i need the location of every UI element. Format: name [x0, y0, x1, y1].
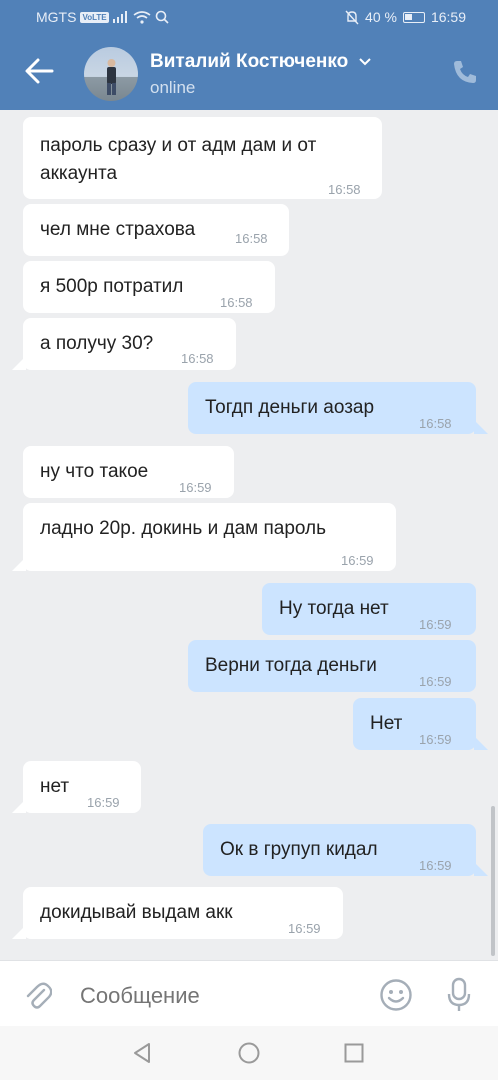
- message-text-line: аккаунта: [40, 163, 118, 184]
- message-text: докидывай выдам акк: [40, 902, 233, 923]
- message-text: я 500р потратил: [40, 276, 184, 297]
- avatar-person-icon: [107, 59, 116, 95]
- outgoing-message[interactable]: Тогдп деньги аозар 16:58: [188, 382, 476, 434]
- message-text: нет: [40, 776, 70, 797]
- arrow-left-icon[interactable]: [22, 56, 56, 86]
- incoming-message[interactable]: чел мне страхова 16:58: [23, 204, 289, 256]
- message-time: 16:58: [181, 351, 214, 366]
- message-text: Ну тогда нет: [279, 598, 389, 619]
- chevron-down-icon: [358, 58, 371, 66]
- scrollbar[interactable]: [491, 806, 495, 956]
- battery-icon: [402, 11, 425, 23]
- message-time: 16:59: [419, 674, 452, 689]
- paperclip-icon[interactable]: [24, 981, 52, 1011]
- message-text: чел мне страхова: [40, 219, 196, 240]
- message-time: 16:59: [419, 858, 452, 873]
- mute-bell-icon: [345, 10, 359, 24]
- incoming-message[interactable]: я 500р потратил 16:58: [23, 261, 275, 313]
- outgoing-message[interactable]: Ок в групуп кидал 16:59: [203, 824, 476, 876]
- wifi-icon: [133, 10, 151, 24]
- nav-back-icon[interactable]: [131, 1042, 153, 1064]
- status-bar: MGTS VoLTE 40 % 16:59: [0, 0, 498, 36]
- signal-icon: [112, 11, 127, 23]
- bubble-tail: [474, 420, 488, 434]
- message-text: Ок в групуп кидал: [220, 839, 378, 860]
- bubble-tail: [474, 736, 488, 750]
- message-time: 16:58: [220, 295, 253, 310]
- incoming-message[interactable]: а получу 30? 16:58: [23, 318, 236, 370]
- message-composer: [0, 960, 498, 1026]
- incoming-message[interactable]: ладно 20р. докинь и дам пароль 16:59: [23, 503, 396, 571]
- incoming-message[interactable]: ну что такое 16:59: [23, 446, 234, 498]
- clock: 16:59: [430, 9, 466, 25]
- incoming-message[interactable]: докидывай выдам акк 16:59: [23, 887, 343, 939]
- message-time: 16:59: [419, 732, 452, 747]
- message-text: Нет: [370, 713, 403, 734]
- system-nav-bar: [0, 1026, 498, 1080]
- outgoing-message[interactable]: Ну тогда нет 16:59: [262, 583, 476, 635]
- chat-header: MGTS VoLTE 40 % 16:59 Виталий Костюченко…: [0, 0, 498, 110]
- message-time: 16:58: [235, 231, 268, 246]
- outgoing-message[interactable]: Нет 16:59: [353, 698, 476, 750]
- message-time: 16:58: [419, 416, 452, 431]
- phone-icon[interactable]: [451, 58, 479, 86]
- contact-name[interactable]: Виталий Костюченко: [150, 51, 372, 73]
- search-icon: [155, 10, 169, 24]
- message-time: 16:59: [179, 480, 212, 495]
- avatar[interactable]: [84, 47, 138, 101]
- message-text: Тогдп деньги аозар: [205, 397, 375, 418]
- message-text: ладно 20р. докинь и дам пароль: [40, 518, 327, 539]
- message-input[interactable]: [80, 983, 360, 1009]
- incoming-message[interactable]: нет 16:59: [23, 761, 141, 813]
- volte-badge: VoLTE: [80, 11, 109, 23]
- message-time: 16:59: [87, 795, 120, 810]
- contact-name-label: Виталий Костюченко: [150, 51, 349, 72]
- message-time: 16:59: [419, 617, 452, 632]
- message-text: Верни тогда деньги: [205, 655, 377, 676]
- nav-home-icon[interactable]: [238, 1042, 260, 1064]
- battery-percent: 40 %: [365, 9, 397, 25]
- message-time: 16:58: [328, 182, 361, 197]
- message-time: 16:59: [341, 553, 374, 568]
- message-text: а получу 30?: [40, 333, 154, 354]
- message-list[interactable]: пароль сразу и от адм дам и от аккаунта …: [0, 110, 498, 960]
- message-text-line: пароль сразу и от адм дам и от: [40, 135, 317, 156]
- incoming-message[interactable]: пароль сразу и от адм дам и от аккаунта …: [23, 117, 382, 199]
- message-time: 16:59: [288, 921, 321, 936]
- message-text: ну что такое: [40, 461, 149, 482]
- presence-status: online: [150, 78, 196, 97]
- nav-recent-apps-icon[interactable]: [344, 1043, 364, 1063]
- outgoing-message[interactable]: Верни тогда деньги 16:59: [188, 640, 476, 692]
- smile-icon[interactable]: [379, 978, 413, 1012]
- bubble-tail: [474, 862, 488, 876]
- carrier-label: MGTS: [36, 9, 77, 25]
- microphone-icon[interactable]: [446, 977, 472, 1013]
